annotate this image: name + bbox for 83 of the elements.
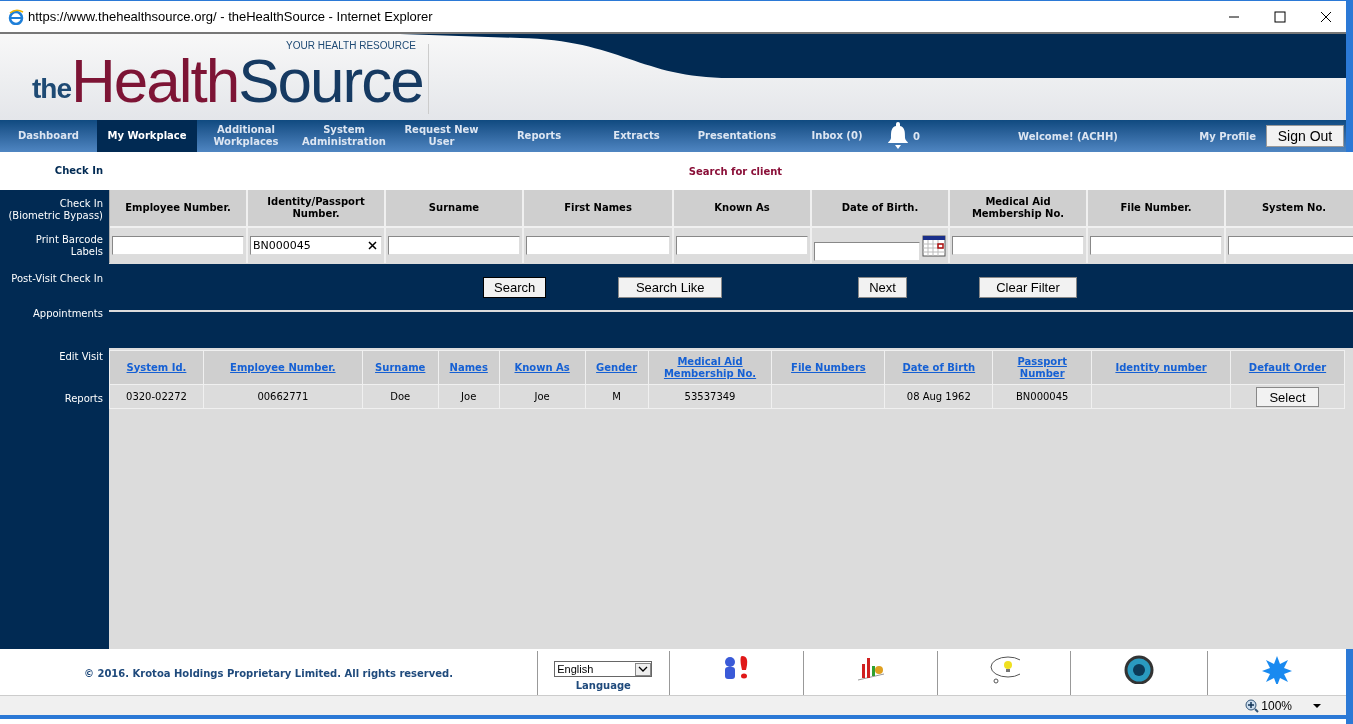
sidebar-item[interactable]: Edit Visit	[0, 332, 109, 382]
copyright-text: © 2016. Krotoa Holdings Proprietary Limited. All rights reserved.	[83, 666, 454, 681]
sidebar-item[interactable]: Check In (Biometric Bypass)	[0, 190, 109, 230]
column-header-link[interactable]: Surname	[362, 350, 439, 385]
nav-tab[interactable]: My Workplace	[97, 120, 197, 152]
clear-input-icon[interactable]	[368, 241, 377, 250]
input-field[interactable]	[676, 236, 808, 255]
sidebar-item[interactable]: Print Barcode Labels	[0, 230, 109, 262]
column-header-link[interactable]: Names	[438, 350, 500, 385]
table-cell: 0320-02272	[126, 391, 187, 402]
zoom-level: 100%	[1261, 697, 1292, 715]
nav-tab[interactable]: Request New User	[393, 120, 490, 152]
date-field[interactable]	[814, 242, 920, 261]
language-label: Language	[575, 679, 631, 693]
nav-tab[interactable]: System Administration	[295, 120, 393, 152]
column-header-link[interactable]: File Numbers	[772, 350, 885, 385]
zoom-icon[interactable]	[1245, 698, 1260, 713]
maximize-icon[interactable]	[1272, 8, 1288, 25]
language-dropdown[interactable]: English	[554, 661, 653, 677]
column-header-link[interactable]: Passport Number	[992, 350, 1092, 385]
logo-tagline: YOUR HEALTH RESOURCE	[286, 40, 416, 52]
input-field[interactable]	[1228, 236, 1353, 255]
profile-link[interactable]: My Profile	[1199, 128, 1256, 144]
sidebar-item[interactable]: Appointments	[0, 296, 109, 332]
action-button[interactable]: Clear Filter	[978, 276, 1077, 298]
nav-tab[interactable]: Reports	[490, 120, 588, 152]
column-header-link[interactable]: Gender	[585, 350, 649, 385]
table-cell: BN000045	[1015, 391, 1069, 402]
section-title: Search for client	[688, 164, 783, 179]
nav-tab[interactable]: Inbox (0)	[789, 120, 885, 152]
action-button[interactable]: Next	[858, 276, 907, 298]
table-cell: 53537349	[684, 391, 736, 402]
column-header-link[interactable]: Medical Aid Membership No.	[648, 350, 772, 385]
dropdown-arrow-icon[interactable]	[1312, 701, 1322, 710]
search-field[interactable]: BN000045	[250, 236, 382, 255]
column-header-link[interactable]: System Id.	[109, 350, 204, 385]
input-field[interactable]	[1090, 236, 1222, 255]
column-header-link[interactable]: Known As	[499, 350, 586, 385]
lightbulb-thought-icon[interactable]	[987, 654, 1020, 684]
column-header: Medical Aid Membership No.	[950, 190, 1086, 226]
dropdown-value: English	[557, 661, 594, 677]
input-field[interactable]	[112, 236, 244, 255]
column-header: File Number.	[1088, 190, 1224, 226]
logo-text: Source	[238, 56, 423, 106]
column-header: Surname	[386, 190, 522, 226]
column-header-link[interactable]: Date of Birth	[884, 350, 993, 385]
window-title: https://www.thehealthsource.org/ - theHealthSource - Internet Explorer	[28, 7, 433, 26]
action-button[interactable]: Search Like	[618, 276, 723, 298]
input-field[interactable]	[388, 236, 520, 255]
column-header: Known As	[674, 190, 810, 226]
column-header: Date of Birth.	[812, 190, 948, 226]
input-field[interactable]	[526, 236, 670, 255]
nav-tab[interactable]: Presentations	[685, 120, 789, 152]
table-cell: 08 Aug 1962	[906, 391, 971, 402]
table-cell: Doe	[390, 391, 411, 402]
sidebar-item[interactable]: Post-Visit Check In	[0, 262, 109, 296]
column-header: Identity/Passport Number.	[248, 190, 384, 226]
column-header: First Names	[524, 190, 672, 226]
sign-out-button[interactable]: Sign Out	[1266, 125, 1344, 147]
column-header-link[interactable]: Employee Number.	[203, 350, 363, 385]
browser-icon	[8, 8, 24, 25]
logo-text: Health	[71, 56, 239, 106]
nav-tab[interactable]: Extracts	[588, 120, 685, 152]
table-cell: M	[612, 391, 621, 402]
calendar-icon[interactable]	[922, 233, 946, 258]
column-header: System No.	[1226, 190, 1353, 226]
nav-tab[interactable]: Additional Workplaces	[197, 120, 295, 152]
notification-count: 0	[913, 129, 921, 144]
logo-text: the	[32, 76, 71, 102]
input-field[interactable]	[952, 236, 1084, 255]
welcome-text: Welcome! (ACHH)	[1017, 129, 1119, 144]
table-cell: Joe	[534, 391, 550, 402]
table-cell: 00662771	[257, 391, 309, 402]
nav-tab[interactable]: Dashboard	[0, 120, 97, 152]
select-button[interactable]: Select	[1256, 386, 1319, 407]
sidebar-item[interactable]: Check In	[0, 152, 109, 190]
sidebar-item[interactable]: Reports	[0, 382, 109, 416]
column-header-link[interactable]: Default Order	[1230, 350, 1345, 385]
column-header: Employee Number.	[110, 190, 246, 226]
column-header-link[interactable]: Identity number	[1091, 350, 1231, 385]
action-button[interactable]: Search	[483, 276, 547, 298]
table-cell: Joe	[461, 391, 477, 402]
splash-icon[interactable]	[1260, 654, 1293, 684]
